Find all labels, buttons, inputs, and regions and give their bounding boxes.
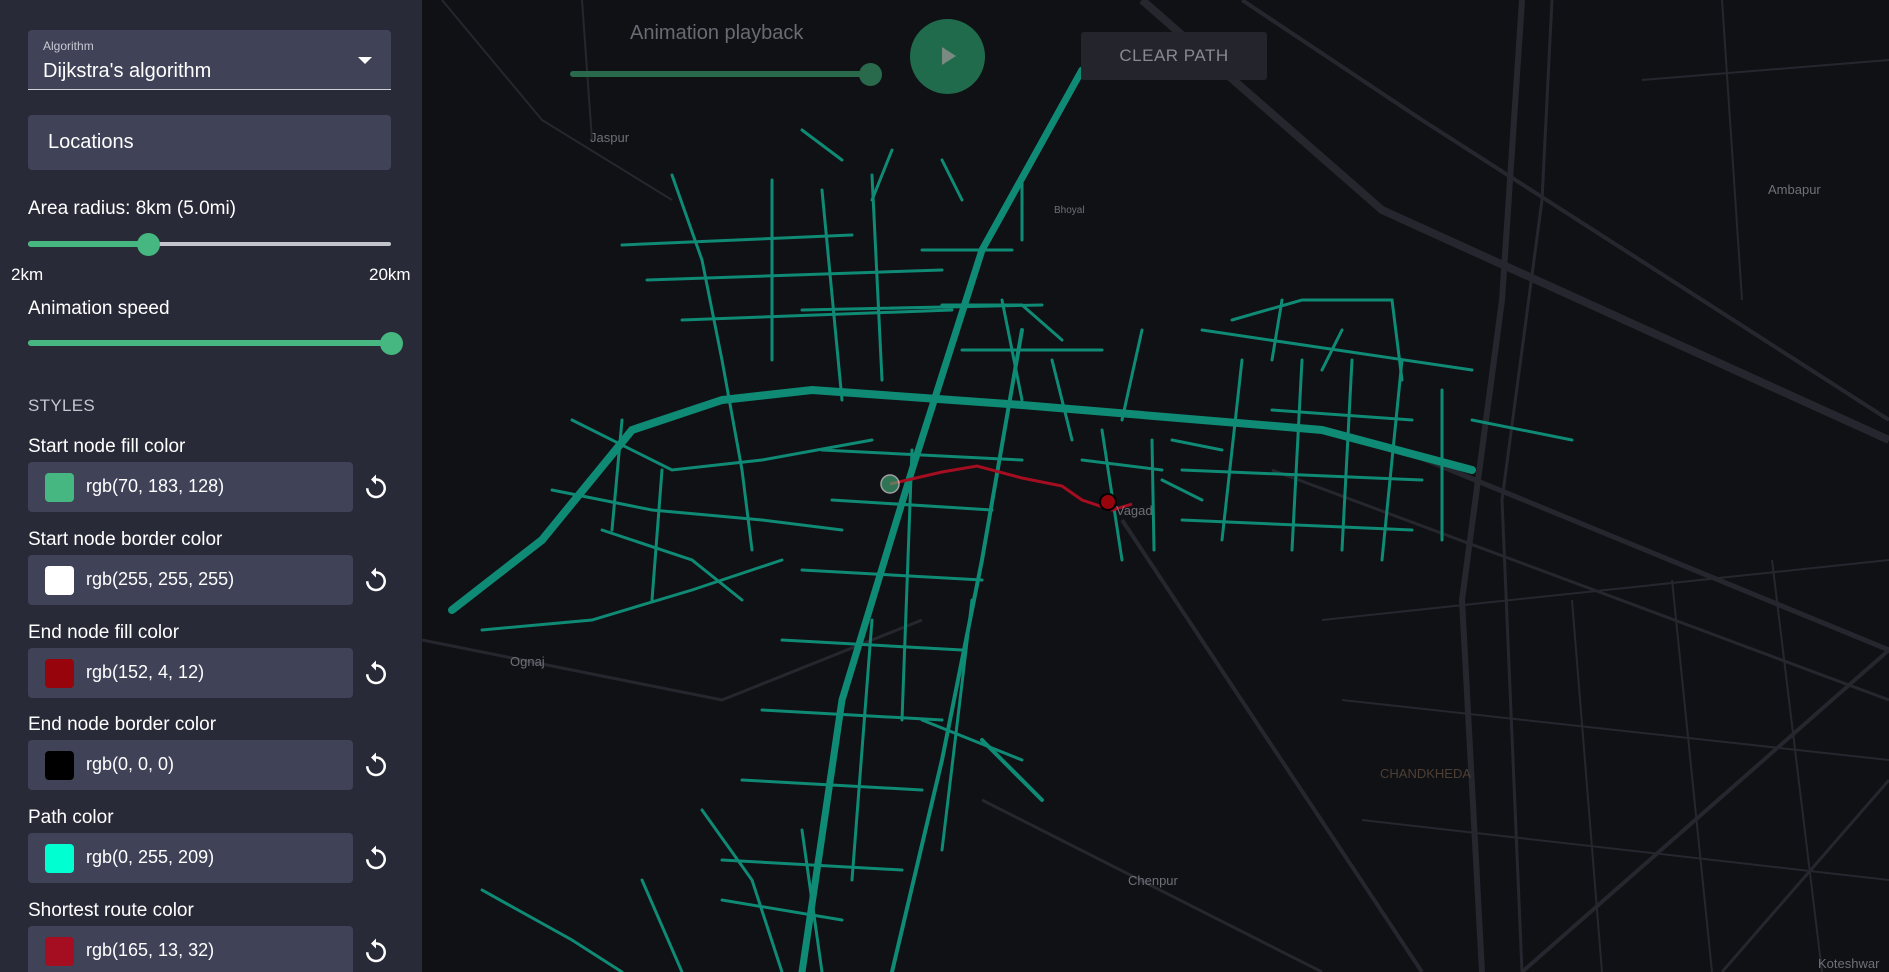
reset-icon[interactable] xyxy=(361,472,391,502)
animation-speed-thumb[interactable] xyxy=(380,332,403,355)
style-row-start-node-border: Start node border color rgb(255, 255, 25… xyxy=(28,529,422,607)
style-row-start-node-fill: Start node fill color rgb(70, 183, 128) xyxy=(28,436,422,514)
animation-speed-slider[interactable] xyxy=(28,332,403,355)
place-label: Vagad xyxy=(1116,503,1153,518)
base-roads xyxy=(422,0,1889,972)
color-value: rgb(152, 4, 12) xyxy=(86,662,205,682)
place-label: Jaspur xyxy=(590,130,630,145)
color-swatch[interactable] xyxy=(45,566,74,595)
map-canvas[interactable]: Jaspur Ambapur Ognaj Chenpur CHANDKHEDA … xyxy=(422,0,1889,972)
area-radius-min: 2km xyxy=(11,265,44,284)
place-label: Bhoyal xyxy=(1054,205,1085,216)
end-node[interactable] xyxy=(1099,493,1117,511)
style-label: End node fill color xyxy=(28,622,180,643)
color-swatch[interactable] xyxy=(45,751,74,780)
playback-label: Animation playback xyxy=(630,22,804,44)
style-label: Start node border color xyxy=(28,529,223,550)
style-row-end-node-border: End node border color rgb(0, 0, 0) xyxy=(28,714,422,792)
color-input[interactable]: rgb(70, 183, 128) xyxy=(28,462,353,512)
color-input[interactable]: rgb(152, 4, 12) xyxy=(28,648,353,698)
place-label: CHANDKHEDA xyxy=(1380,766,1472,781)
place-label: Ambapur xyxy=(1768,182,1821,197)
locations-button[interactable]: Locations xyxy=(28,115,391,170)
clear-path-label: CLEAR PATH xyxy=(1119,46,1229,65)
color-input[interactable]: rgb(165, 13, 32) xyxy=(28,926,353,972)
play-icon xyxy=(942,47,956,65)
color-swatch[interactable] xyxy=(45,844,74,873)
algorithm-select-value: Dijkstra's algorithm xyxy=(43,60,212,82)
reset-icon[interactable] xyxy=(361,936,391,966)
area-radius-label: Area radius: 8km (5.0mi) xyxy=(28,198,237,219)
map-layer xyxy=(422,0,1889,972)
locations-button-label: Locations xyxy=(48,131,134,153)
color-input[interactable]: rgb(255, 255, 255) xyxy=(28,555,353,605)
caret-down-icon[interactable] xyxy=(358,57,372,64)
style-row-end-node-fill: End node fill color rgb(152, 4, 12) xyxy=(28,622,422,700)
sidebar: Algorithm Dijkstra's algorithm Locations… xyxy=(0,0,422,972)
start-node[interactable] xyxy=(880,474,900,494)
color-swatch[interactable] xyxy=(45,473,74,502)
area-radius-slider[interactable] xyxy=(28,233,391,256)
color-input[interactable]: rgb(0, 255, 209) xyxy=(28,833,353,883)
animation-speed-track xyxy=(28,340,391,346)
styles-section-title: STYLES xyxy=(28,396,95,415)
color-value: rgb(70, 183, 128) xyxy=(86,476,225,496)
color-value: rgb(0, 0, 0) xyxy=(86,754,175,774)
place-label: Chenpur xyxy=(1128,873,1178,888)
place-label: Koteshwar xyxy=(1818,956,1880,971)
style-label: Shortest route color xyxy=(28,900,194,921)
color-input[interactable]: rgb(0, 0, 0) xyxy=(28,740,353,790)
playback-slider[interactable] xyxy=(570,63,882,86)
reset-icon[interactable] xyxy=(361,750,391,780)
explored-network xyxy=(448,66,1574,972)
style-row-path-color: Path color rgb(0, 255, 209) xyxy=(28,807,422,885)
style-label: Path color xyxy=(28,807,114,828)
algorithm-select-label: Algorithm xyxy=(43,39,94,53)
algorithm-select[interactable]: Algorithm Dijkstra's algorithm xyxy=(28,30,391,90)
area-radius-thumb[interactable] xyxy=(136,233,160,256)
play-button[interactable] xyxy=(910,19,985,94)
color-swatch[interactable] xyxy=(45,937,74,966)
animation-speed-label: Animation speed xyxy=(28,298,170,319)
color-swatch[interactable] xyxy=(45,659,74,688)
place-label: Ognaj xyxy=(510,654,545,669)
area-radius-max: 20km xyxy=(369,265,411,284)
reset-icon[interactable] xyxy=(361,843,391,873)
reset-icon[interactable] xyxy=(361,565,391,595)
area-radius-track xyxy=(28,241,148,247)
shortest-route xyxy=(889,464,1133,512)
playback-thumb[interactable] xyxy=(859,63,882,86)
color-value: rgb(255, 255, 255) xyxy=(86,569,235,589)
style-label: End node border color xyxy=(28,714,217,735)
reset-icon[interactable] xyxy=(361,658,391,688)
color-value: rgb(165, 13, 32) xyxy=(86,940,215,960)
playback-track xyxy=(570,71,870,77)
style-row-shortest-route: Shortest route color rgb(165, 13, 32) xyxy=(28,900,422,972)
color-value: rgb(0, 255, 209) xyxy=(86,847,215,867)
style-label: Start node fill color xyxy=(28,436,186,457)
clear-path-button[interactable]: CLEAR PATH xyxy=(1081,32,1267,80)
